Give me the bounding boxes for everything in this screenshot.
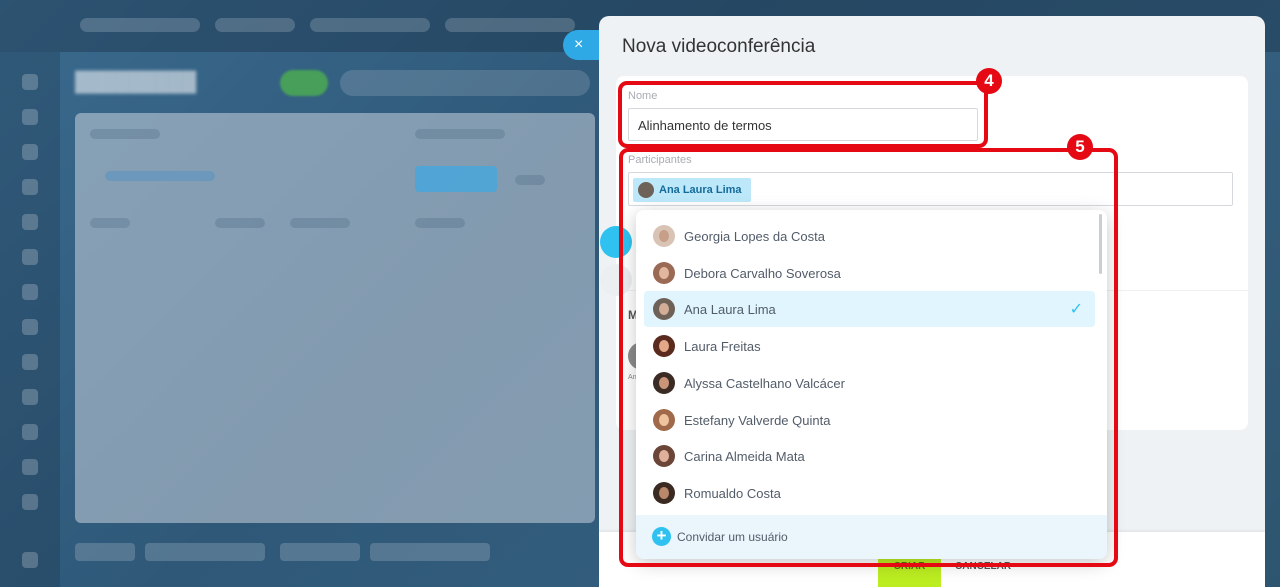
close-icon: × [574, 36, 584, 53]
annotation-badge-5: 5 [1067, 134, 1093, 160]
background-sidebar [0, 52, 60, 587]
background-title: █████████ [75, 72, 197, 93]
background-button [280, 70, 328, 96]
annotation-highlight-participants [619, 148, 1118, 567]
annotation-badge-4: 4 [976, 68, 1002, 94]
background-bottom-bar [75, 543, 595, 561]
page-title: Nova videoconferência [622, 36, 816, 57]
annotation-highlight-name [618, 81, 988, 148]
background-card [75, 113, 595, 523]
background-search [340, 70, 590, 96]
close-button[interactable]: × [563, 30, 603, 60]
